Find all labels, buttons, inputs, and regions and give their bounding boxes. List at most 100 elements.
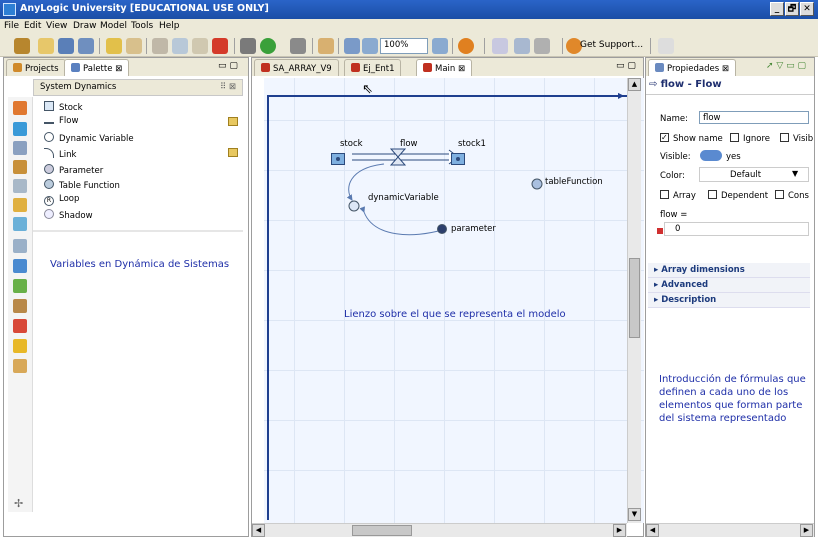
zoom-in-icon[interactable] <box>432 38 448 54</box>
get-support-button[interactable]: Get Support... <box>580 40 643 50</box>
pin-icon[interactable] <box>458 38 474 54</box>
scroll-right-icon[interactable]: ▶ <box>800 524 813 537</box>
palette-item-table-function[interactable]: Table Function <box>44 179 120 193</box>
section-description[interactable]: ▸ Description <box>648 293 810 308</box>
palette-category-icon[interactable] <box>13 101 27 115</box>
close-button[interactable]: ✕ <box>800 2 814 16</box>
menu-tools[interactable]: Tools <box>131 21 153 31</box>
layers-icon[interactable] <box>514 38 530 54</box>
stop-icon[interactable] <box>290 38 306 54</box>
palette-category-icon[interactable] <box>13 160 27 174</box>
cut-icon[interactable] <box>152 38 168 54</box>
tab-projects[interactable]: Projects <box>6 59 66 76</box>
menu-help[interactable]: Help <box>159 21 180 31</box>
minimize-pane-icon[interactable]: ▭ ▢ <box>616 61 636 71</box>
scroll-left-icon[interactable]: ◀ <box>646 524 659 537</box>
copy-icon[interactable] <box>172 38 188 54</box>
zoom-out-icon[interactable] <box>362 38 378 54</box>
minimize-button[interactable]: _ <box>770 2 784 16</box>
palette-category-icon[interactable] <box>13 217 27 231</box>
paste-icon[interactable] <box>192 38 208 54</box>
pen-icon[interactable] <box>318 38 334 54</box>
zoom-fit-icon[interactable] <box>344 38 360 54</box>
grid-icon[interactable] <box>492 38 508 54</box>
menu-file[interactable]: File <box>4 21 19 31</box>
palette-category-icon[interactable] <box>13 319 27 333</box>
visible-label: Visible: <box>660 152 691 162</box>
undo-icon[interactable] <box>106 38 122 54</box>
redo-icon[interactable] <box>126 38 142 54</box>
edit-pencil-icon[interactable] <box>228 148 238 157</box>
open-icon[interactable] <box>38 38 54 54</box>
section-menu-icon[interactable]: ⠿ ⊠ <box>220 82 236 92</box>
new-model-icon[interactable] <box>14 38 30 54</box>
run-icon[interactable] <box>260 38 276 54</box>
tab-propiedades[interactable]: Propiedades ⊠ <box>648 59 736 76</box>
build-icon[interactable] <box>240 38 256 54</box>
scroll-right-icon[interactable]: ▶ <box>613 524 626 537</box>
formula-input[interactable]: 0 <box>664 222 809 236</box>
checkbox-icon <box>708 190 717 199</box>
scroll-left-icon[interactable]: ◀ <box>252 524 265 537</box>
palette-item-stock[interactable]: Stock <box>44 101 83 115</box>
tab-ej-ent1[interactable]: Ej_Ent1 <box>344 59 402 76</box>
save-icon[interactable] <box>58 38 74 54</box>
show-name-checkbox[interactable]: Show name <box>660 133 723 144</box>
palette-category-icon[interactable] <box>13 299 27 313</box>
visible-checkbox[interactable]: Visib <box>780 133 813 144</box>
palette-category-icon[interactable] <box>13 141 27 155</box>
palette-category-icon[interactable] <box>13 179 27 193</box>
section-array-dimensions[interactable]: ▸ Array dimensions <box>648 263 810 278</box>
palette-section-header[interactable]: System Dynamics ⠿ ⊠ <box>33 79 243 96</box>
palette-category-icon[interactable] <box>13 198 27 212</box>
editor-horizontal-scrollbar[interactable]: ◀ ▶ <box>252 523 627 537</box>
name-input[interactable]: flow <box>699 111 809 124</box>
pointer-tool-icon[interactable] <box>658 38 674 54</box>
palette-item-loop[interactable]: R Loop <box>44 194 79 208</box>
section-advanced[interactable]: ▸ Advanced <box>648 278 810 293</box>
tab-main[interactable]: Main ⊠ <box>416 59 473 76</box>
zoom-select[interactable]: 100% <box>380 38 428 54</box>
pane-menu-icon[interactable]: ➚ ▽ ▭ ▢ <box>766 61 806 71</box>
menu-view[interactable]: View <box>46 21 67 31</box>
flow-icon <box>44 118 54 124</box>
editor-vertical-scrollbar[interactable]: ▲ ▼ <box>627 78 641 523</box>
scroll-thumb[interactable] <box>629 258 640 338</box>
menu-model[interactable]: Model <box>100 21 127 31</box>
palette-item-dynamic-variable[interactable]: Dynamic Variable <box>44 132 134 146</box>
palette-item-parameter[interactable]: Parameter <box>44 164 103 178</box>
palette-category-icon[interactable] <box>13 339 27 353</box>
chevron-down-icon[interactable]: ▼ <box>792 169 798 178</box>
add-palette-icon[interactable]: ✢ <box>14 497 23 510</box>
menu-draw[interactable]: Draw <box>73 21 97 31</box>
tab-palette[interactable]: Palette ⊠ <box>64 59 130 76</box>
save-all-icon[interactable] <box>78 38 94 54</box>
tab-sa-array-v9[interactable]: SA_ARRAY_V9 <box>254 59 339 76</box>
palette-category-icon[interactable] <box>13 239 27 253</box>
align-icon[interactable] <box>534 38 550 54</box>
dependent-checkbox[interactable]: Dependent <box>708 190 768 201</box>
ignore-checkbox[interactable]: Ignore <box>730 133 770 144</box>
scroll-down-icon[interactable]: ▼ <box>628 508 641 521</box>
palette-item-shadow[interactable]: Shadow <box>44 209 93 223</box>
minimize-pane-icon[interactable]: ▭ ▢ <box>218 61 238 71</box>
maximize-button[interactable]: 🗗 <box>785 2 799 16</box>
name-label: Name: <box>660 114 688 124</box>
palette-category-icon[interactable] <box>13 259 27 273</box>
stock-element[interactable] <box>331 153 345 165</box>
constant-checkbox[interactable]: Cons <box>775 190 809 201</box>
palette-category-icon[interactable] <box>13 122 27 136</box>
palette-item-flow[interactable]: Flow <box>44 116 78 130</box>
scroll-thumb[interactable] <box>352 525 412 536</box>
palette-category-icon[interactable] <box>13 279 27 293</box>
stock1-element[interactable] <box>451 153 465 165</box>
menu-edit[interactable]: Edit <box>24 21 41 31</box>
properties-horizontal-scrollbar[interactable]: ◀ ▶ <box>646 523 814 537</box>
scroll-up-icon[interactable]: ▲ <box>628 78 641 91</box>
array-checkbox[interactable]: Array <box>660 190 696 201</box>
palette-category-icon[interactable] <box>13 359 27 373</box>
visible-toggle-icon[interactable] <box>700 150 722 161</box>
delete-icon[interactable] <box>212 38 228 54</box>
edit-pencil-icon[interactable] <box>228 117 238 126</box>
palette-item-link[interactable]: Link <box>44 148 76 162</box>
